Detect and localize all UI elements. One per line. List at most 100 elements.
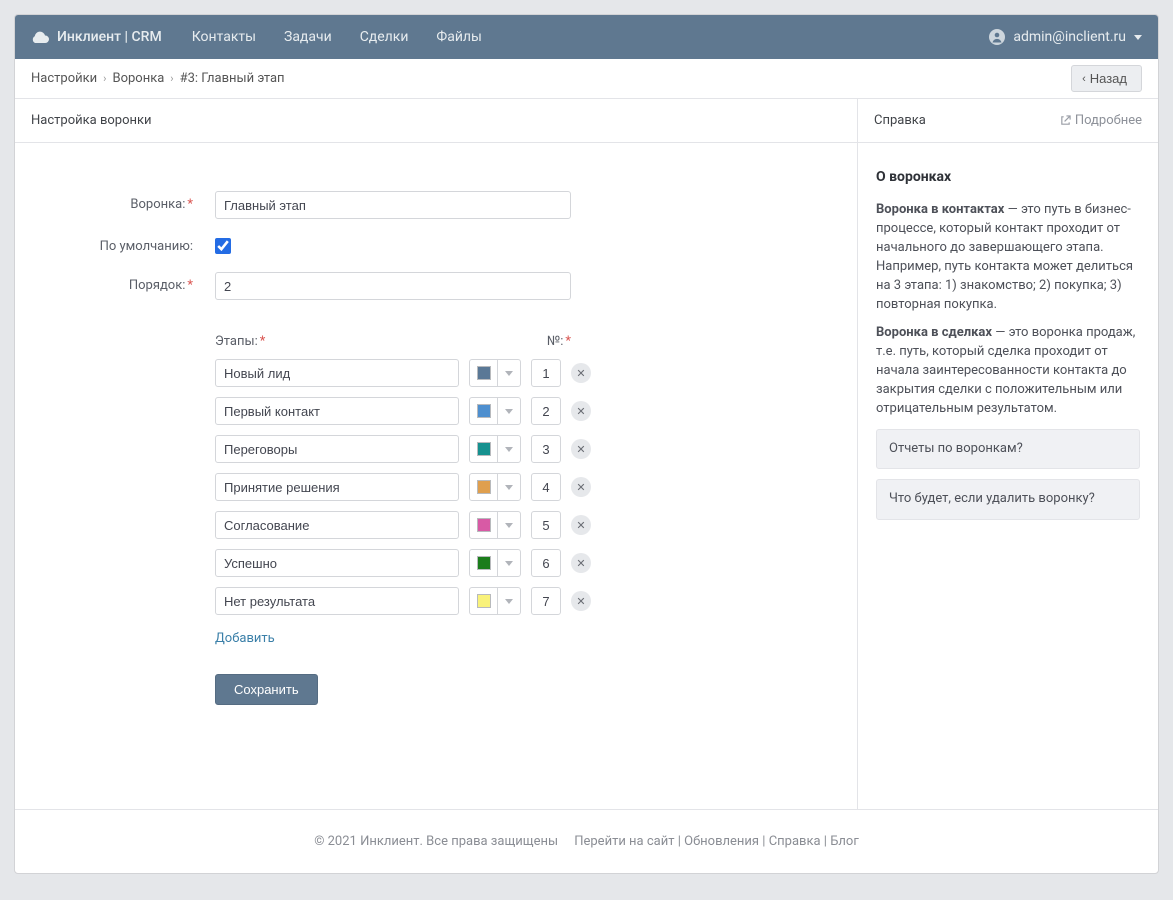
color-swatch	[470, 398, 498, 424]
stage-color-picker[interactable]	[469, 435, 521, 463]
stage-row: ✕	[215, 587, 615, 615]
footer: © 2021 Инклиент. Все права защищены Пере…	[15, 809, 1158, 873]
footer-blog[interactable]: Блог	[830, 834, 859, 849]
color-toggle[interactable]	[498, 436, 520, 462]
chevron-down-icon	[1134, 35, 1142, 40]
stage-number-input[interactable]	[531, 473, 561, 501]
required-mark: *	[260, 334, 266, 349]
user-icon	[989, 29, 1005, 45]
stage-number-input[interactable]	[531, 435, 561, 463]
stage-number-input[interactable]	[531, 549, 561, 577]
help-p2: Воронка в сделках — это воронка продаж, …	[876, 324, 1140, 418]
breadcrumb-funnel[interactable]: Воронка	[112, 71, 164, 86]
color-swatch	[470, 588, 498, 614]
color-toggle[interactable]	[498, 512, 520, 538]
save-button[interactable]: Сохранить	[215, 674, 318, 705]
color-swatch	[470, 436, 498, 462]
footer-updates[interactable]: Обновления	[684, 834, 759, 849]
breadcrumb-settings[interactable]: Настройки	[31, 71, 97, 86]
stage-color-picker[interactable]	[469, 359, 521, 387]
back-label: Назад	[1090, 71, 1127, 86]
back-button[interactable]: ‹ Назад	[1071, 65, 1142, 92]
nav-links: Контакты Задачи Сделки Файлы	[192, 29, 482, 45]
footer-site[interactable]: Перейти на сайт	[574, 834, 674, 849]
color-swatch	[470, 474, 498, 500]
chevron-down-icon	[505, 485, 513, 490]
brand-label: Инклиент | CRM	[57, 29, 162, 45]
remove-stage-button[interactable]: ✕	[571, 515, 591, 535]
chevron-down-icon	[505, 561, 513, 566]
stage-name-input[interactable]	[215, 473, 459, 501]
help-heading: О воронках	[876, 167, 1140, 187]
user-email: admin@inclient.ru	[1013, 29, 1126, 45]
chevron-left-icon: ‹	[1082, 73, 1086, 85]
brand[interactable]: Инклиент | CRM	[31, 29, 162, 45]
chevron-down-icon	[505, 599, 513, 604]
required-mark: *	[565, 334, 571, 349]
footer-copyright: © 2021 Инклиент. Все права защищены	[314, 834, 558, 849]
default-checkbox[interactable]	[215, 238, 231, 254]
add-stage-link[interactable]: Добавить	[215, 631, 275, 646]
label-default: По умолчанию:	[100, 239, 193, 254]
faq-item-delete[interactable]: Что будет, если удалить воронку?	[876, 479, 1140, 520]
breadcrumb-current: #3: Главный этап	[180, 71, 285, 86]
remove-stage-button[interactable]: ✕	[571, 401, 591, 421]
stage-color-picker[interactable]	[469, 397, 521, 425]
color-toggle[interactable]	[498, 398, 520, 424]
remove-stage-button[interactable]: ✕	[571, 477, 591, 497]
stage-name-input[interactable]	[215, 359, 459, 387]
stage-name-input[interactable]	[215, 587, 459, 615]
form-panel-header: Настройка воронки	[15, 99, 857, 143]
footer-help[interactable]: Справка	[769, 834, 821, 849]
breadcrumb-sep: ›	[170, 72, 173, 85]
external-link-icon	[1060, 115, 1071, 126]
nav-files[interactable]: Файлы	[436, 29, 481, 45]
stage-number-input[interactable]	[531, 587, 561, 615]
color-toggle[interactable]	[498, 360, 520, 386]
faq-item-reports[interactable]: Отчеты по воронкам?	[876, 429, 1140, 470]
required-mark: *	[187, 197, 193, 212]
stage-number-input[interactable]	[531, 511, 561, 539]
stage-name-input[interactable]	[215, 511, 459, 539]
remove-stage-button[interactable]: ✕	[571, 553, 591, 573]
stage-row: ✕	[215, 473, 615, 501]
more-link[interactable]: Подробнее	[1060, 113, 1142, 128]
stage-color-picker[interactable]	[469, 473, 521, 501]
color-toggle[interactable]	[498, 474, 520, 500]
color-swatch	[470, 550, 498, 576]
label-stages: Этапы:	[215, 334, 258, 349]
subheader: Настройки › Воронка › #3: Главный этап ‹…	[15, 59, 1158, 99]
label-order: Порядок:	[129, 278, 186, 293]
help-panel-header: Справка Подробнее	[858, 99, 1158, 143]
nav-deals[interactable]: Сделки	[360, 29, 409, 45]
chevron-down-icon	[505, 447, 513, 452]
stage-number-input[interactable]	[531, 359, 561, 387]
remove-stage-button[interactable]: ✕	[571, 439, 591, 459]
user-menu[interactable]: admin@inclient.ru	[989, 29, 1142, 45]
stage-row: ✕	[215, 359, 615, 387]
stage-number-input[interactable]	[531, 397, 561, 425]
color-swatch	[470, 512, 498, 538]
nav-contacts[interactable]: Контакты	[192, 29, 256, 45]
stage-color-picker[interactable]	[469, 587, 521, 615]
remove-stage-button[interactable]: ✕	[571, 591, 591, 611]
help-title: Справка	[874, 113, 926, 128]
stage-name-input[interactable]	[215, 549, 459, 577]
stage-row: ✕	[215, 549, 615, 577]
funnel-name-input[interactable]	[215, 191, 571, 219]
label-funnel: Воронка:	[130, 197, 185, 212]
color-toggle[interactable]	[498, 588, 520, 614]
breadcrumb-sep: ›	[103, 72, 106, 85]
order-input[interactable]	[215, 272, 571, 300]
stage-name-input[interactable]	[215, 397, 459, 425]
color-swatch	[470, 360, 498, 386]
form-title: Настройка воронки	[31, 113, 152, 128]
stage-color-picker[interactable]	[469, 511, 521, 539]
nav-tasks[interactable]: Задачи	[284, 29, 332, 45]
remove-stage-button[interactable]: ✕	[571, 363, 591, 383]
chevron-down-icon	[505, 371, 513, 376]
chevron-down-icon	[505, 409, 513, 414]
stage-color-picker[interactable]	[469, 549, 521, 577]
color-toggle[interactable]	[498, 550, 520, 576]
stage-name-input[interactable]	[215, 435, 459, 463]
